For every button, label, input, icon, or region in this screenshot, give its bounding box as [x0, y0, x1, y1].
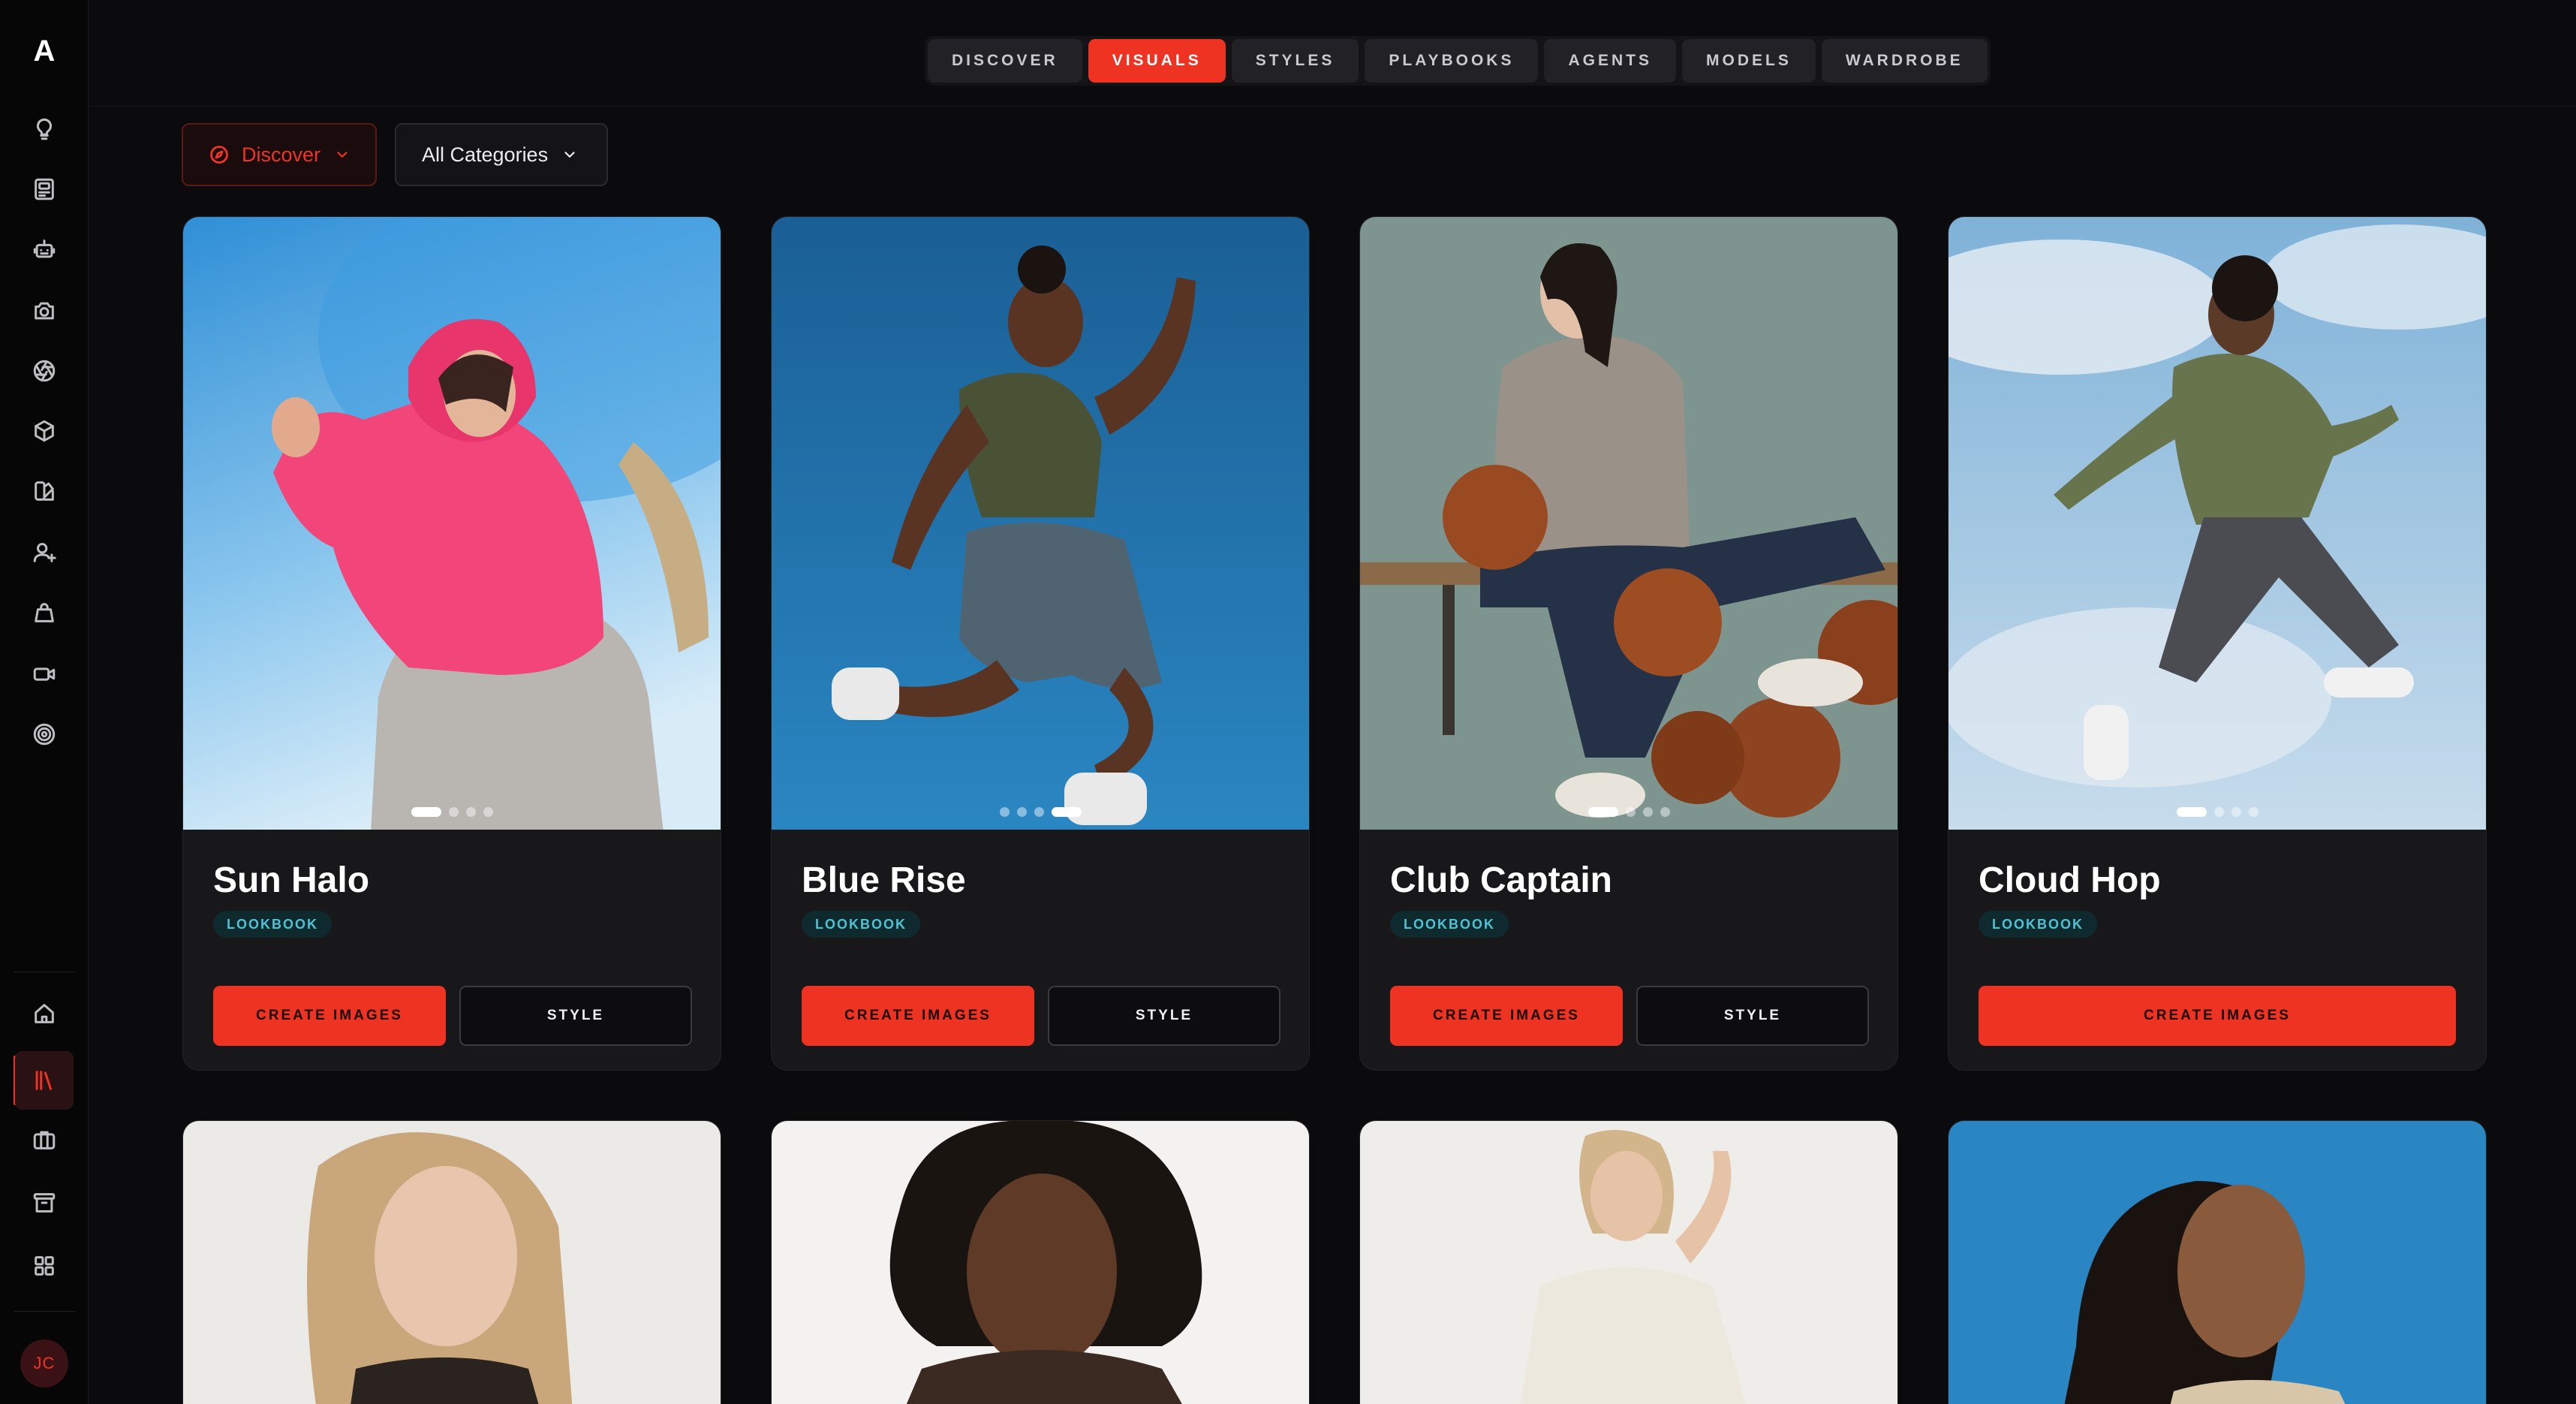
- palette-icon[interactable]: [26, 473, 62, 509]
- visual-card[interactable]: Sun Halo LOOKBOOK CREATE IMAGES STYLE: [182, 216, 721, 1071]
- card-title: Blue Rise: [802, 860, 966, 900]
- app-logo[interactable]: A: [0, 35, 89, 68]
- grid-icon[interactable]: [26, 1248, 62, 1284]
- lookbook-badge: LOOKBOOK: [213, 911, 332, 938]
- lookbook-badge: LOOKBOOK: [1390, 911, 1509, 938]
- sidebar-divider: [14, 1311, 75, 1312]
- carousel-dots: [772, 807, 1309, 818]
- card-title: Sun Halo: [213, 860, 370, 900]
- create-images-button[interactable]: CREATE IMAGES: [1979, 986, 2456, 1046]
- carousel-dot[interactable]: [2176, 807, 2207, 817]
- visual-card[interactable]: [182, 1120, 721, 1404]
- visual-card[interactable]: [771, 1120, 1310, 1404]
- card-image-club-captain[interactable]: [1360, 217, 1898, 830]
- carousel-dot[interactable]: [448, 807, 459, 817]
- user-avatar[interactable]: JC: [20, 1339, 68, 1387]
- visual-card[interactable]: Cloud Hop LOOKBOOK CREATE IMAGES: [1948, 216, 2487, 1071]
- top-bar: DISCOVER VISUALS STYLES PLAYBOOKS AGENTS…: [89, 0, 2576, 107]
- carousel-dot[interactable]: [465, 807, 476, 817]
- categories-filter-label: All Categories: [422, 143, 549, 166]
- card-image-blue-rise[interactable]: [772, 217, 1310, 830]
- compass-icon: [210, 146, 228, 164]
- carousel-dot[interactable]: [1642, 807, 1653, 817]
- chevron-down-icon: [564, 152, 575, 158]
- card-image[interactable]: [1360, 1121, 1898, 1404]
- archive-icon[interactable]: [26, 1185, 62, 1221]
- discover-filter-dropdown[interactable]: Discover: [182, 123, 377, 186]
- categories-filter-dropdown[interactable]: All Categories: [395, 123, 608, 186]
- tab-models[interactable]: MODELS: [1682, 39, 1816, 83]
- shopping-bag-icon[interactable]: [26, 595, 62, 631]
- discover-filter-label: Discover: [242, 143, 321, 166]
- storyboard-icon[interactable]: [26, 171, 62, 207]
- robot-icon[interactable]: [26, 231, 62, 267]
- carousel-dot[interactable]: [1625, 807, 1636, 817]
- sidebar: A JC: [0, 0, 89, 1404]
- tab-agents[interactable]: AGENTS: [1544, 39, 1676, 83]
- briefcase-icon[interactable]: [26, 1122, 62, 1158]
- cube-icon[interactable]: [26, 413, 62, 449]
- visual-card[interactable]: [1948, 1120, 2487, 1404]
- carousel-dot[interactable]: [1034, 807, 1044, 817]
- aperture-icon[interactable]: [26, 353, 62, 389]
- create-images-button[interactable]: CREATE IMAGES: [1390, 986, 1623, 1046]
- video-icon[interactable]: [26, 656, 62, 692]
- card-title: Club Captain: [1390, 860, 1612, 900]
- carousel-dot[interactable]: [2213, 807, 2224, 817]
- tab-wardrobe[interactable]: WARDROBE: [1821, 39, 1988, 83]
- add-user-icon[interactable]: [26, 535, 62, 571]
- carousel-dot[interactable]: [999, 807, 1010, 817]
- home-icon[interactable]: [26, 996, 62, 1032]
- visual-card[interactable]: [1359, 1120, 1898, 1404]
- lookbook-badge: LOOKBOOK: [802, 911, 920, 938]
- tab-styles[interactable]: STYLES: [1231, 39, 1359, 83]
- carousel-dot[interactable]: [483, 807, 493, 817]
- card-image[interactable]: [183, 1121, 721, 1404]
- card-image-sun-halo[interactable]: [183, 217, 721, 830]
- card-image-cloud-hop[interactable]: [1949, 217, 2487, 830]
- card-title: Cloud Hop: [1979, 860, 2161, 900]
- style-button[interactable]: STYLE: [1048, 986, 1280, 1046]
- lookbook-badge: LOOKBOOK: [1979, 911, 2097, 938]
- main-nav: DISCOVER VISUALS STYLES PLAYBOOKS AGENTS…: [925, 36, 1991, 86]
- carousel-dots: [183, 807, 721, 818]
- tab-playbooks[interactable]: PLAYBOOKS: [1365, 39, 1539, 83]
- tab-discover[interactable]: DISCOVER: [928, 39, 1082, 83]
- carousel-dot[interactable]: [1016, 807, 1027, 817]
- create-images-button[interactable]: CREATE IMAGES: [213, 986, 446, 1046]
- carousel-dot[interactable]: [2248, 807, 2259, 817]
- lightbulb-icon[interactable]: [26, 111, 62, 147]
- carousel-dot[interactable]: [1051, 807, 1082, 817]
- camera-icon[interactable]: [26, 293, 62, 329]
- style-button[interactable]: STYLE: [459, 986, 692, 1046]
- tab-visuals[interactable]: VISUALS: [1088, 39, 1226, 83]
- library-icon[interactable]: [15, 1051, 74, 1110]
- carousel-dot[interactable]: [411, 807, 441, 817]
- carousel-dot[interactable]: [1660, 807, 1670, 817]
- card-image[interactable]: [772, 1121, 1310, 1404]
- carousel-dot[interactable]: [2231, 807, 2241, 817]
- create-images-button[interactable]: CREATE IMAGES: [802, 986, 1034, 1046]
- carousel-dots: [1949, 807, 2486, 818]
- visual-card[interactable]: Blue Rise LOOKBOOK CREATE IMAGES STYLE: [771, 216, 1310, 1071]
- chevron-down-icon: [337, 152, 348, 158]
- carousel-dots: [1360, 807, 1897, 818]
- card-image[interactable]: [1949, 1121, 2487, 1404]
- target-icon[interactable]: [26, 716, 62, 752]
- visual-card[interactable]: Club Captain LOOKBOOK CREATE IMAGES STYL…: [1359, 216, 1898, 1071]
- style-button[interactable]: STYLE: [1636, 986, 1869, 1046]
- carousel-dot[interactable]: [1587, 807, 1618, 817]
